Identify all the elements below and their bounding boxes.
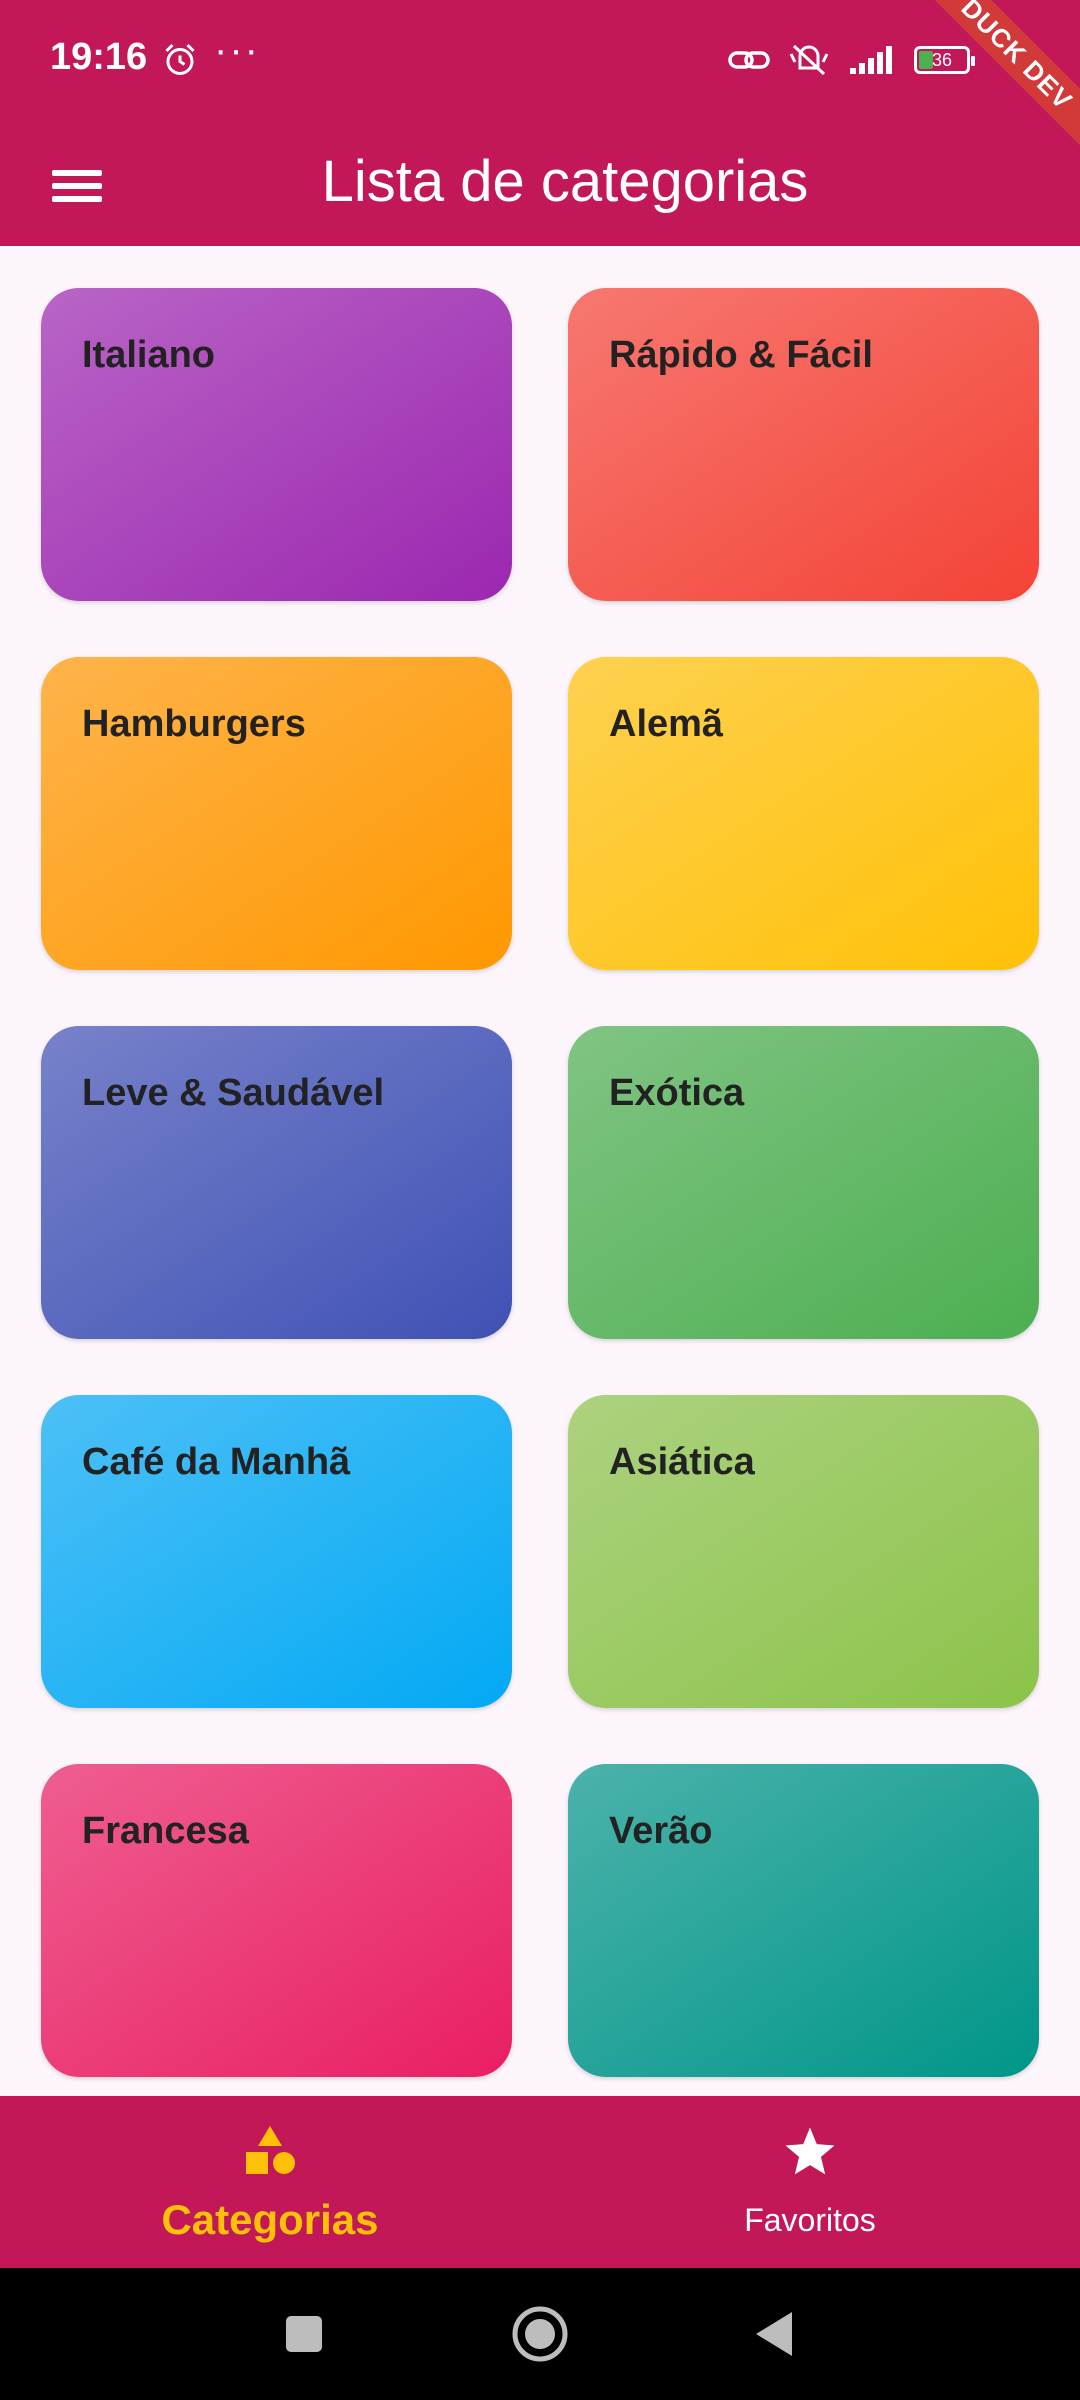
category-card-francesa[interactable]: Francesa xyxy=(41,1764,512,2077)
mute-icon xyxy=(789,44,829,76)
category-card-exotica[interactable]: Exótica xyxy=(568,1026,1039,1339)
category-card-verao[interactable]: Verão xyxy=(568,1764,1039,2077)
category-label: Exótica xyxy=(609,1072,745,1114)
bottom-nav: Categorias Favoritos xyxy=(0,2096,1080,2268)
more-dots-icon: ··· xyxy=(214,28,260,72)
star-icon xyxy=(785,2127,835,2175)
signal-icon xyxy=(850,46,892,74)
category-grid: Italiano Rápido & Fácil Hamburgers Alemã… xyxy=(41,288,1039,2077)
link-icon xyxy=(728,51,770,69)
home-button-icon[interactable] xyxy=(508,2302,572,2366)
category-label: Verão xyxy=(609,1810,713,1852)
recents-button-icon[interactable] xyxy=(282,2302,326,2366)
battery-level: 36 xyxy=(931,50,953,70)
alarm-icon xyxy=(165,43,195,75)
category-label: Alemã xyxy=(609,703,724,745)
back-button-icon[interactable] xyxy=(750,2302,800,2366)
status-time: 19:16 xyxy=(50,36,148,78)
category-label: Hamburgers xyxy=(82,703,306,745)
page-title: Lista de categorias xyxy=(321,149,809,214)
category-label: Asiática xyxy=(609,1441,755,1483)
category-label: Rápido & Fácil xyxy=(609,334,873,376)
nav-label-favoritos: Favoritos xyxy=(744,2202,876,2238)
category-card-leve-saudavel[interactable]: Leve & Saudável xyxy=(41,1026,512,1339)
category-label: Italiano xyxy=(82,334,216,376)
nav-label-categorias: Categorias xyxy=(161,2196,379,2243)
nav-item-categorias[interactable]: Categorias xyxy=(0,2096,540,2268)
status-icons: 36 xyxy=(728,38,975,82)
nav-item-favoritos[interactable]: Favoritos xyxy=(540,2096,1080,2268)
category-card-italiano[interactable]: Italiano xyxy=(41,288,512,601)
system-nav-bar xyxy=(0,2268,1080,2400)
category-card-asiatica[interactable]: Asiática xyxy=(568,1395,1039,1708)
app-bar: Lista de categorias xyxy=(0,122,1080,246)
status-bar: 19:16 ··· 36 xyxy=(0,0,1080,122)
category-card-cafe-da-manha[interactable]: Café da Manhã xyxy=(41,1395,512,1708)
category-card-hamburgers[interactable]: Hamburgers xyxy=(41,657,512,970)
category-card-alema[interactable]: Alemã xyxy=(568,657,1039,970)
category-shapes-icon xyxy=(246,2126,295,2174)
category-label: Leve & Saudável xyxy=(82,1072,385,1114)
category-card-rapido-facil[interactable]: Rápido & Fácil xyxy=(568,288,1039,601)
category-label: Francesa xyxy=(82,1810,249,1852)
battery-icon: 36 xyxy=(914,46,975,74)
category-label: Café da Manhã xyxy=(82,1441,351,1483)
